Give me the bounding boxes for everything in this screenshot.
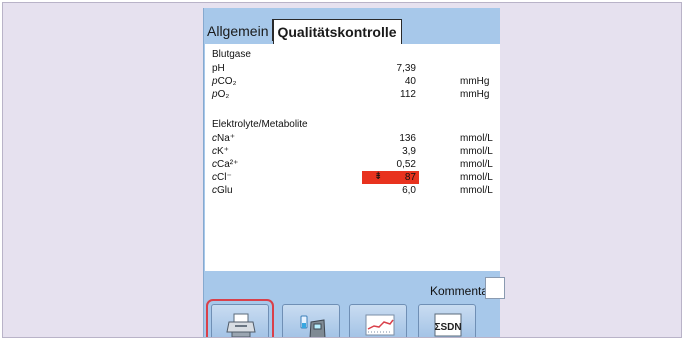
parameter-value: 7,39 bbox=[396, 63, 416, 74]
parameter-value: 0,52 bbox=[396, 159, 416, 170]
parameter-value: 87 bbox=[404, 172, 416, 183]
parameter-unit: mmol/L bbox=[460, 172, 493, 183]
comment-label: Kommentar bbox=[430, 284, 493, 298]
statistics-button[interactable]: ΣSDN bbox=[418, 304, 476, 337]
comment-input[interactable] bbox=[485, 277, 505, 299]
parameter-name: cNa⁺ bbox=[212, 133, 236, 144]
analyzer-button[interactable] bbox=[282, 304, 340, 337]
statistics-icon: ΣSDN bbox=[434, 313, 462, 337]
tab-qualitaetskontrolle[interactable]: Qualitätskontrolle bbox=[273, 19, 402, 44]
result-row[interactable]: pCO₂ 40 mmHg bbox=[205, 76, 500, 88]
parameter-name: pCO₂ bbox=[212, 76, 237, 87]
parameter-value: 40 bbox=[404, 76, 416, 87]
parameter-value: 3,9 bbox=[402, 146, 416, 157]
parameter-value: 6,0 bbox=[402, 185, 416, 196]
parameter-unit: mmol/L bbox=[460, 185, 493, 196]
parameter-name: pH bbox=[212, 63, 225, 74]
parameter-value: 136 bbox=[399, 133, 416, 144]
parameter-unit: mmol/L bbox=[460, 146, 493, 157]
result-row[interactable]: cGlu 6,0 mmol/L bbox=[205, 185, 500, 197]
results-list: Blutgase pH 7,39 pCO₂ 40 mmHg pO₂ 112 mm… bbox=[205, 44, 500, 271]
result-row[interactable]: cCa²⁺ 0,52 mmol/L bbox=[205, 159, 500, 171]
parameter-name: cGlu bbox=[212, 185, 233, 196]
section-title-blutgase: Blutgase bbox=[212, 49, 251, 60]
tab-allgemein[interactable]: Allgemein bbox=[204, 19, 274, 41]
parameter-name: cCa²⁺ bbox=[212, 159, 239, 170]
result-row[interactable]: pO₂ 112 mmHg bbox=[205, 89, 500, 101]
selected-button-highlight bbox=[206, 299, 274, 337]
parameter-name: cK⁺ bbox=[212, 146, 229, 157]
parameter-value: 112 bbox=[400, 89, 416, 100]
trend-chart-button[interactable] bbox=[349, 304, 407, 337]
result-row-flagged[interactable]: cCl⁻ ⇟ 87 mmol/L bbox=[205, 171, 500, 184]
section-title-elektrolyte: Elektrolyte/Metabolite bbox=[212, 119, 308, 130]
trend-chart-icon bbox=[365, 314, 395, 336]
result-row[interactable]: pH 7,39 bbox=[205, 63, 500, 75]
statistics-icon-text: ΣSDN bbox=[434, 322, 461, 333]
parameter-unit: mmol/L bbox=[460, 133, 493, 144]
parameter-unit: mmHg bbox=[460, 89, 490, 100]
parameter-unit: mmol/L bbox=[460, 159, 493, 170]
results-panel: Allgemein Qualitätskontrolle Blutgase pH… bbox=[203, 8, 505, 337]
result-row[interactable]: cK⁺ 3,9 mmol/L bbox=[205, 146, 500, 158]
analyzer-icon bbox=[300, 315, 326, 337]
window-frame: Allgemein Qualitätskontrolle Blutgase pH… bbox=[2, 2, 682, 338]
parameter-unit: mmHg bbox=[460, 76, 490, 87]
result-row[interactable]: cNa⁺ 136 mmol/L bbox=[205, 133, 500, 145]
parameter-name: cCl⁻ bbox=[212, 172, 232, 183]
parameter-name: pO₂ bbox=[212, 89, 230, 100]
tab-bar: Allgemein Qualitätskontrolle bbox=[204, 19, 402, 44]
